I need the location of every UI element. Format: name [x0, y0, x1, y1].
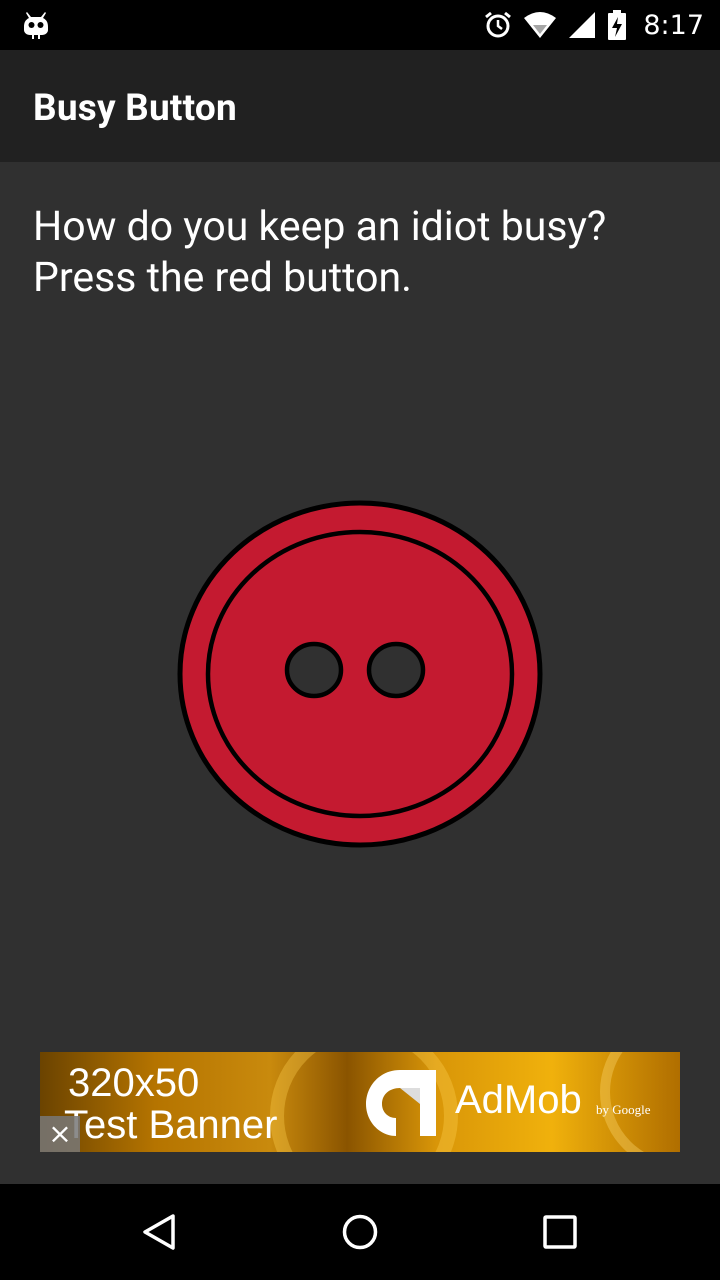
status-icons: 8:17: [483, 0, 704, 50]
ad-close-button[interactable]: ×: [40, 1116, 80, 1152]
signal-icon: [569, 12, 596, 38]
home-button[interactable]: [300, 1184, 420, 1280]
question-line-2: Press the red button.: [33, 254, 412, 302]
ad-label-text: Test Banner: [64, 1103, 278, 1147]
ad-by-text: by Google: [596, 1102, 651, 1117]
status-bar: 8:17: [0, 0, 720, 50]
home-icon: [342, 1214, 378, 1250]
status-time: 8:17: [643, 9, 704, 41]
cyanogen-icon: [24, 12, 48, 39]
question-text: How do you keep an idiot busy? Press the…: [33, 202, 693, 304]
back-icon: [143, 1214, 175, 1250]
ad-size-text: 320x50: [68, 1061, 200, 1105]
recents-button[interactable]: [500, 1184, 620, 1280]
red-button[interactable]: [177, 499, 543, 849]
back-button[interactable]: [100, 1184, 220, 1280]
ad-banner[interactable]: 320x50 Test Banner × AdMob by Google: [40, 1052, 680, 1152]
main-content: How do you keep an idiot busy? Press the…: [0, 162, 720, 1184]
navigation-bar: [0, 1184, 720, 1280]
question-line-1: How do you keep an idiot busy?: [33, 203, 607, 251]
alarm-icon: [485, 11, 512, 38]
app-bar: Busy Button: [0, 50, 720, 162]
wifi-icon: [524, 12, 557, 38]
app-title: Busy Button: [33, 87, 237, 130]
admob-logo-icon: [366, 1070, 436, 1136]
battery-charging-icon: [608, 10, 627, 40]
recents-icon: [543, 1215, 577, 1249]
ad-brand-text: AdMob: [455, 1078, 582, 1122]
